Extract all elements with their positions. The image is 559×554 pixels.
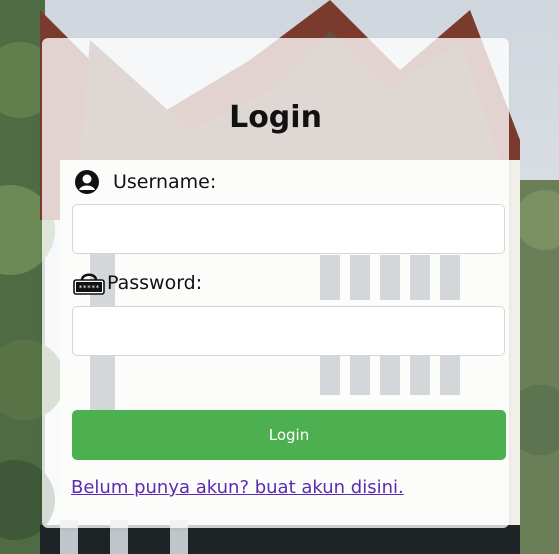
username-label: Username: — [73, 168, 216, 196]
login-title: Login — [229, 100, 322, 135]
password-label: ***** Password: — [73, 269, 202, 297]
password-label-text: Password: — [107, 272, 203, 294]
username-input[interactable] — [72, 204, 505, 254]
keyboard-password-icon: ***** — [73, 270, 105, 296]
svg-text:*****: ***** — [78, 284, 99, 292]
login-button[interactable]: Login — [72, 410, 506, 460]
login-card: Login Username: ***** Password: Login Be… — [42, 38, 509, 528]
register-link[interactable]: Belum punya akun? buat akun disini. — [71, 477, 404, 498]
username-label-text: Username: — [113, 171, 217, 193]
user-circle-icon — [73, 169, 105, 195]
password-input[interactable] — [72, 306, 505, 356]
